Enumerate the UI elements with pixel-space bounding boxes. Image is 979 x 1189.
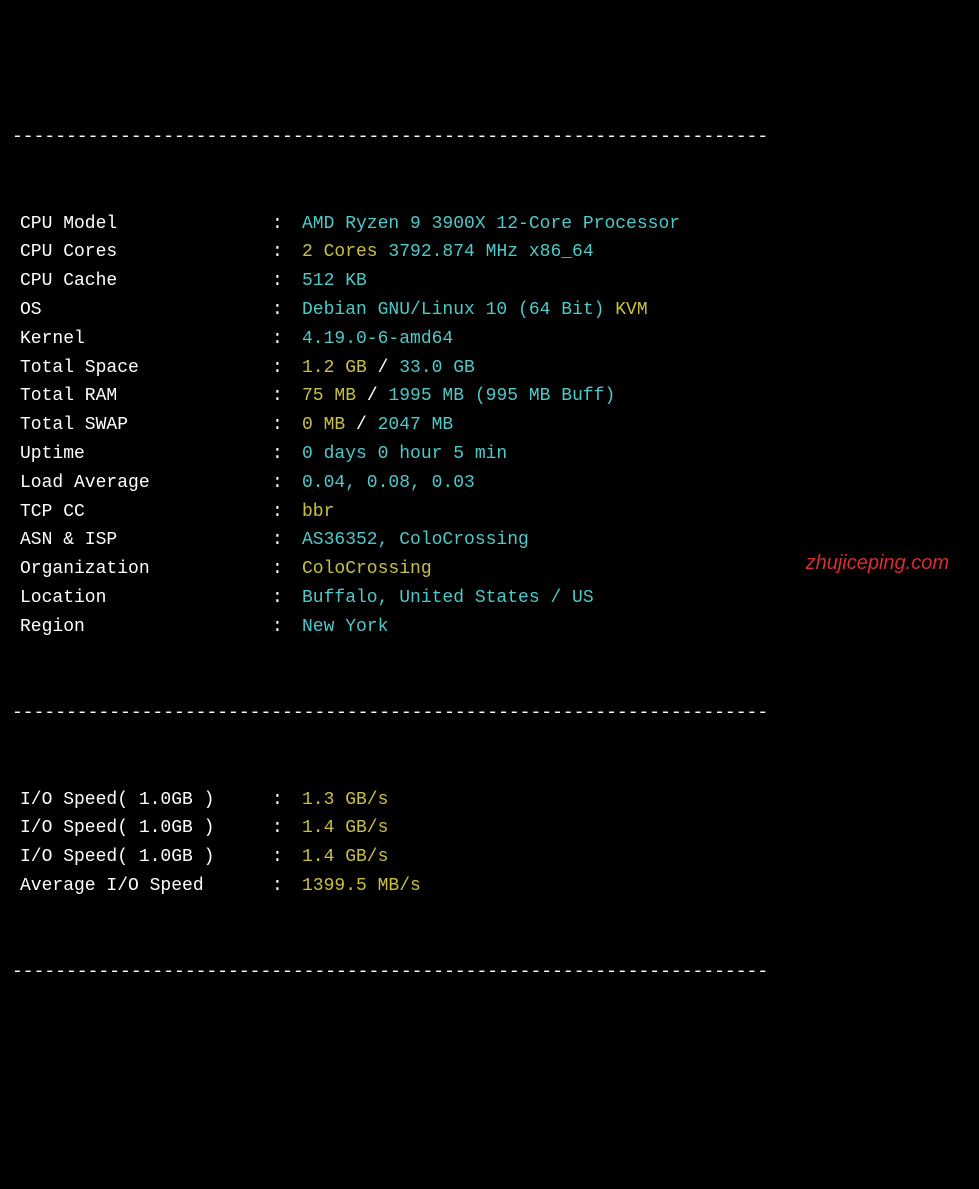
info-row-7-label: Total SWAP (12, 411, 272, 440)
info-row-1: CPU Cores: 2 Cores 3792.874 MHz x86_64 (12, 238, 967, 267)
colon: : (272, 354, 302, 383)
io-row-1-label: I/O Speed( 1.0GB ) (12, 814, 272, 843)
info-row-5-label: Total Space (12, 354, 272, 383)
colon: : (272, 872, 302, 901)
info-row-9-value: 0.04, 0.08, 0.03 (302, 469, 967, 498)
colon: : (272, 382, 302, 411)
colon: : (272, 613, 302, 642)
io-row-2-value: 1.4 GB/s (302, 843, 967, 872)
io-row-0: I/O Speed( 1.0GB ): 1.3 GB/s (12, 786, 967, 815)
info-row-3-value: Debian GNU/Linux 10 (64 Bit) KVM (302, 296, 967, 325)
info-row-11-label: ASN & ISP (12, 526, 272, 555)
info-row-2-label: CPU Cache (12, 267, 272, 296)
info-row-3-label: OS (12, 296, 272, 325)
colon: : (272, 555, 302, 584)
io-row-3-value: 1399.5 MB/s (302, 872, 967, 901)
info-row-4-value: 4.19.0-6-amd64 (302, 325, 967, 354)
colon: : (272, 469, 302, 498)
io-row-1-value: 1.4 GB/s (302, 814, 967, 843)
info-row-14-value: New York (302, 613, 967, 642)
info-row-6-value: 75 MB / 1995 MB (995 MB Buff) (302, 382, 967, 411)
io-row-3: Average I/O Speed: 1399.5 MB/s (12, 872, 967, 901)
info-row-13-value: Buffalo, United States / US (302, 584, 967, 613)
colon: : (272, 210, 302, 239)
colon: : (272, 411, 302, 440)
info-row-4: Kernel: 4.19.0-6-amd64 (12, 325, 967, 354)
colon: : (272, 584, 302, 613)
info-row-7: Total SWAP: 0 MB / 2047 MB (12, 411, 967, 440)
info-row-1-value: 2 Cores 3792.874 MHz x86_64 (302, 238, 967, 267)
info-row-9-label: Load Average (12, 469, 272, 498)
divider-mid: ----------------------------------------… (12, 699, 967, 728)
info-row-6-label: Total RAM (12, 382, 272, 411)
io-row-2-label: I/O Speed( 1.0GB ) (12, 843, 272, 872)
io-row-2: I/O Speed( 1.0GB ): 1.4 GB/s (12, 843, 967, 872)
divider-top: ----------------------------------------… (12, 123, 967, 152)
info-row-8-value: 0 days 0 hour 5 min (302, 440, 967, 469)
info-row-10: TCP CC: bbr (12, 498, 967, 527)
colon: : (272, 843, 302, 872)
info-row-13: Location: Buffalo, United States / US (12, 584, 967, 613)
info-row-0: CPU Model: AMD Ryzen 9 3900X 12-Core Pro… (12, 210, 967, 239)
watermark: zhujiceping.com (806, 547, 949, 579)
info-row-4-label: Kernel (12, 325, 272, 354)
io-row-1: I/O Speed( 1.0GB ): 1.4 GB/s (12, 814, 967, 843)
info-row-0-value: AMD Ryzen 9 3900X 12-Core Processor (302, 210, 967, 239)
io-speed-info: I/O Speed( 1.0GB ): 1.3 GB/sI/O Speed( 1… (12, 786, 967, 901)
info-row-10-value: bbr (302, 498, 967, 527)
info-row-3: OS: Debian GNU/Linux 10 (64 Bit) KVM (12, 296, 967, 325)
colon: : (272, 238, 302, 267)
divider-bottom: ----------------------------------------… (12, 958, 967, 987)
colon: : (272, 267, 302, 296)
info-row-7-value: 0 MB / 2047 MB (302, 411, 967, 440)
colon: : (272, 498, 302, 527)
info-row-5: Total Space: 1.2 GB / 33.0 GB (12, 354, 967, 383)
info-row-1-label: CPU Cores (12, 238, 272, 267)
colon: : (272, 296, 302, 325)
info-row-5-value: 1.2 GB / 33.0 GB (302, 354, 967, 383)
io-row-0-value: 1.3 GB/s (302, 786, 967, 815)
info-row-8-label: Uptime (12, 440, 272, 469)
colon: : (272, 814, 302, 843)
colon: : (272, 440, 302, 469)
io-row-0-label: I/O Speed( 1.0GB ) (12, 786, 272, 815)
colon: : (272, 526, 302, 555)
info-row-6: Total RAM: 75 MB / 1995 MB (995 MB Buff) (12, 382, 967, 411)
info-row-12-label: Organization (12, 555, 272, 584)
info-row-13-label: Location (12, 584, 272, 613)
info-row-0-label: CPU Model (12, 210, 272, 239)
info-row-2-value: 512 KB (302, 267, 967, 296)
info-row-8: Uptime: 0 days 0 hour 5 min (12, 440, 967, 469)
info-row-9: Load Average: 0.04, 0.08, 0.03 (12, 469, 967, 498)
info-row-14: Region: New York (12, 613, 967, 642)
info-row-2: CPU Cache: 512 KB (12, 267, 967, 296)
colon: : (272, 786, 302, 815)
io-row-3-label: Average I/O Speed (12, 872, 272, 901)
colon: : (272, 325, 302, 354)
info-row-10-label: TCP CC (12, 498, 272, 527)
info-row-14-label: Region (12, 613, 272, 642)
